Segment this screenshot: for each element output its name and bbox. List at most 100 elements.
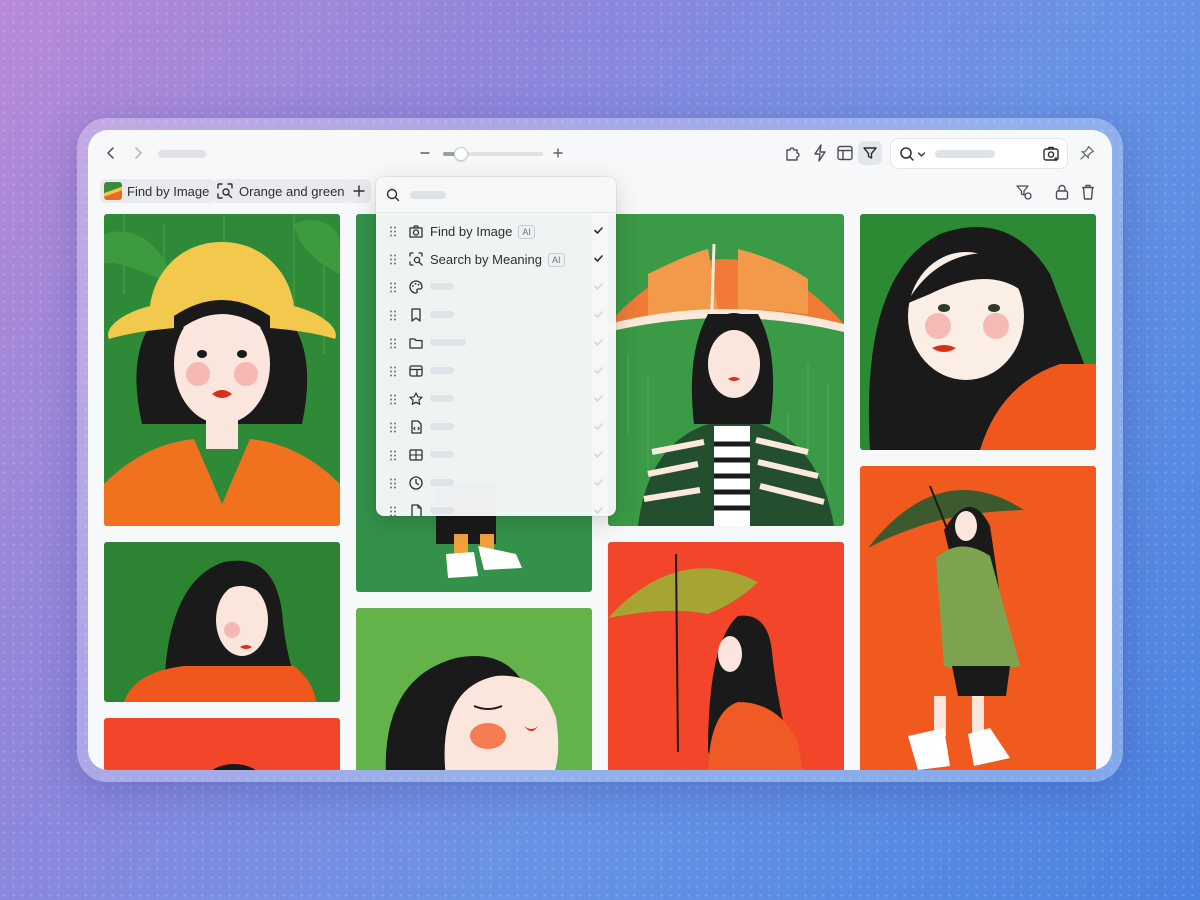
zoom-slider-handle[interactable]	[454, 147, 468, 161]
zoom-slider[interactable]	[443, 147, 543, 161]
dropdown-item-label: Find by Image AI	[430, 224, 535, 239]
image-tile-orange-umbrella-girl[interactable]	[608, 214, 844, 526]
clock-icon	[408, 475, 424, 491]
ai-badge: AI	[548, 253, 565, 267]
drag-handle-icon[interactable]	[389, 282, 397, 293]
scan-search-icon	[408, 251, 424, 267]
chip-search-by-meaning[interactable]: Orange and green	[212, 179, 351, 203]
chip-find-by-image[interactable]: Find by Image	[100, 179, 216, 203]
dropdown-item-placeholder	[430, 451, 454, 458]
dropdown-item-placeholder	[430, 367, 454, 374]
checkmark-icon[interactable]	[593, 309, 604, 320]
checkmark-icon[interactable]	[593, 449, 604, 460]
dropdown-item-placeholder	[430, 283, 454, 290]
drag-handle-icon[interactable]	[389, 478, 397, 489]
chip-label: Find by Image	[127, 183, 210, 199]
search-placeholder	[935, 150, 995, 158]
dropdown-item[interactable]	[376, 273, 616, 301]
search-scope-dropdown: Find by Image AI Search by Meaning AI	[376, 177, 616, 516]
dropdown-item[interactable]	[376, 497, 616, 516]
file-icon	[408, 503, 424, 516]
dropdown-item[interactable]	[376, 413, 616, 441]
puzzle-icon[interactable]	[783, 143, 803, 163]
drag-handle-icon[interactable]	[389, 338, 397, 349]
dropdown-item[interactable]	[376, 385, 616, 413]
image-tile-girl-profile[interactable]	[104, 542, 340, 702]
dropdown-item[interactable]	[376, 329, 616, 357]
dropdown-item[interactable]	[376, 441, 616, 469]
checkmark-icon[interactable]	[593, 421, 604, 432]
toolbar	[88, 130, 1112, 176]
ai-badge: AI	[518, 225, 535, 239]
layout-panel-icon[interactable]	[835, 143, 855, 163]
zoom-in-icon[interactable]	[552, 147, 564, 159]
palette-icon	[408, 279, 424, 295]
filter-settings-icon[interactable]	[1015, 183, 1033, 201]
pin-icon[interactable]	[1078, 144, 1096, 162]
dropdown-item[interactable]: Find by Image AI	[376, 217, 616, 245]
layout-icon	[408, 363, 424, 379]
dropdown-search-input[interactable]	[376, 177, 616, 213]
checkmark-icon[interactable]	[593, 281, 604, 292]
chevron-down-icon[interactable]	[917, 150, 926, 159]
dropdown-item-placeholder	[430, 507, 454, 514]
dropdown-search-placeholder	[410, 191, 446, 199]
dropdown-item-placeholder	[430, 311, 454, 318]
filter-icon	[858, 145, 882, 161]
checkmark-icon[interactable]	[593, 225, 604, 236]
dropdown-item-text: Find by Image	[430, 224, 513, 239]
app-window: Find by Image Orange and green Find by I…	[88, 130, 1112, 770]
drag-handle-icon[interactable]	[389, 310, 397, 321]
dropdown-item[interactable]: Search by Meaning AI	[376, 245, 616, 273]
forward-arrow-icon[interactable]	[130, 145, 146, 161]
search-icon	[386, 188, 400, 202]
search-box[interactable]	[890, 138, 1068, 169]
dropdown-item-placeholder	[430, 395, 454, 402]
dropdown-item-placeholder	[430, 479, 454, 486]
drag-handle-icon[interactable]	[389, 394, 397, 405]
code-file-icon	[408, 419, 424, 435]
image-tile-girl-green-coat[interactable]	[860, 466, 1096, 770]
checkmark-icon[interactable]	[593, 365, 604, 376]
dropdown-item[interactable]	[376, 301, 616, 329]
drag-handle-icon[interactable]	[389, 422, 397, 433]
plus-icon	[347, 184, 371, 198]
dropdown-item-label: Search by Meaning AI	[430, 252, 565, 267]
drag-handle-icon[interactable]	[389, 226, 397, 237]
folder-icon	[408, 335, 424, 351]
checkmark-icon[interactable]	[593, 253, 604, 264]
image-tile-girl-eyes-closed[interactable]	[356, 608, 592, 770]
checkmark-icon[interactable]	[593, 337, 604, 348]
checkmark-icon[interactable]	[593, 477, 604, 488]
image-tile-green-umbrella-girl[interactable]	[608, 542, 844, 770]
lock-icon[interactable]	[1053, 183, 1071, 201]
checkmark-icon[interactable]	[593, 393, 604, 404]
image-tile-orange-partial[interactable]	[104, 718, 340, 770]
dropdown-item-placeholder	[430, 423, 454, 430]
dropdown-item[interactable]	[376, 357, 616, 385]
drag-handle-icon[interactable]	[389, 254, 397, 265]
star-icon	[408, 391, 424, 407]
checkmark-icon[interactable]	[593, 505, 604, 516]
filter-button[interactable]	[858, 141, 882, 165]
back-arrow-icon[interactable]	[103, 145, 119, 161]
image-tile-yellow-hat-girl[interactable]	[104, 214, 340, 526]
dropdown-item-text: Search by Meaning	[430, 252, 543, 267]
trash-icon[interactable]	[1079, 183, 1097, 201]
chip-thumbnail	[104, 182, 122, 200]
scan-search-icon	[216, 182, 234, 200]
search-icon	[899, 146, 915, 162]
drag-handle-icon[interactable]	[389, 450, 397, 461]
dimensions-icon	[408, 447, 424, 463]
breadcrumb-placeholder	[158, 150, 206, 158]
zoom-out-icon[interactable]	[419, 147, 431, 159]
drag-handle-icon[interactable]	[389, 506, 397, 516]
lightning-icon[interactable]	[810, 143, 830, 163]
dropdown-item-placeholder	[430, 339, 466, 346]
camera-search-icon[interactable]	[1042, 145, 1060, 163]
chip-label: Orange and green	[239, 183, 345, 199]
image-tile-girl-portrait[interactable]	[860, 214, 1096, 450]
dropdown-item[interactable]	[376, 469, 616, 497]
drag-handle-icon[interactable]	[389, 366, 397, 377]
add-filter-button[interactable]	[347, 179, 371, 203]
